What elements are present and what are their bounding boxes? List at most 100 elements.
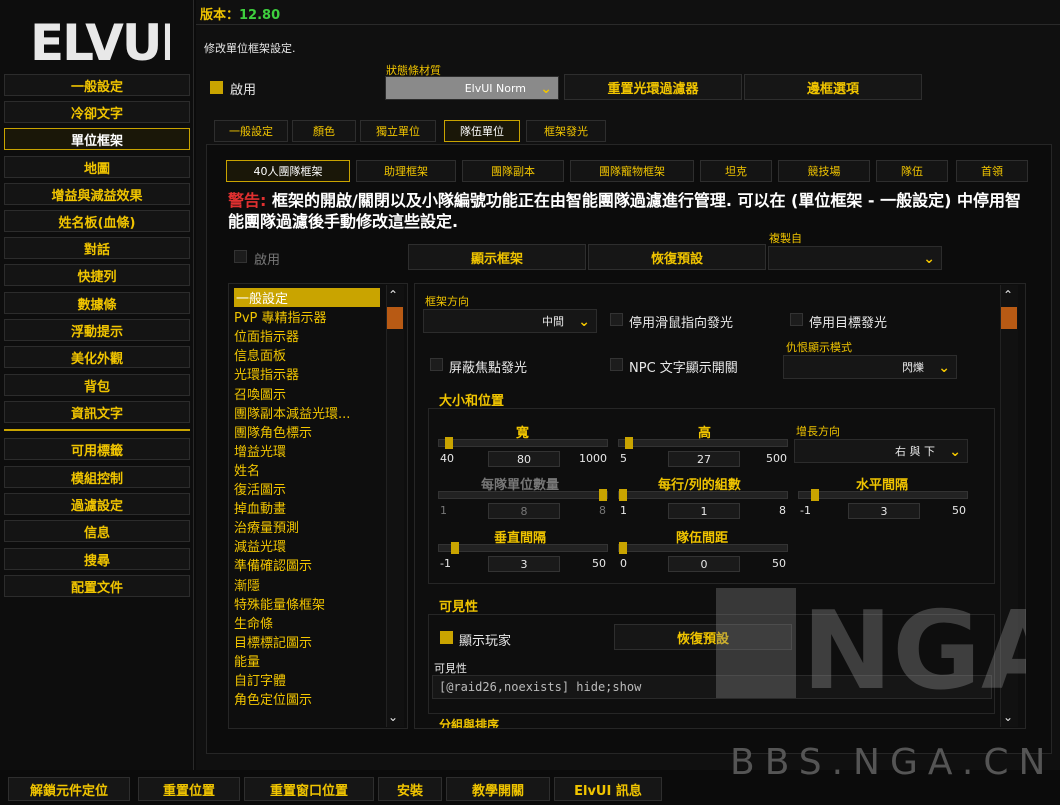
nav-item[interactable]: 減益光環 [234, 536, 286, 555]
nav-item[interactable]: PvP 專精指示器 [234, 307, 327, 326]
subtab[interactable]: 40人團隊框架 [226, 160, 350, 182]
sidebar-item[interactable]: 信息 [4, 520, 190, 542]
sidebar-item[interactable]: 背包 [4, 374, 190, 396]
tab[interactable]: 框架發光 [526, 120, 606, 142]
disable-target-glow-checkbox[interactable] [790, 313, 803, 326]
scroll-up-icon[interactable]: ⌃ [388, 288, 398, 302]
show-player-checkbox[interactable] [440, 631, 453, 644]
groups-per-row-slider[interactable] [618, 489, 788, 501]
hs-value[interactable]: 3 [848, 503, 920, 519]
horizontal-spacing-slider[interactable] [798, 489, 968, 501]
bottom-button[interactable]: 教學開關 [446, 777, 550, 801]
enable-checkbox[interactable] [210, 81, 223, 94]
nav-item[interactable]: 復活圖示 [234, 479, 286, 498]
frame-direction-dropdown[interactable]: 中間 ⌄ [423, 309, 597, 333]
npc-text-toggle-checkbox[interactable] [610, 358, 623, 371]
subtab[interactable]: 競技場 [778, 160, 870, 182]
nav-item[interactable]: 準備確認圖示 [234, 555, 312, 574]
growth-direction-dropdown[interactable]: 右 與 下 ⌄ [794, 439, 968, 463]
sidebar-item[interactable]: 一般設定 [4, 74, 190, 96]
sidebar-item[interactable]: 過濾設定 [4, 493, 190, 515]
height-value[interactable]: 27 [668, 451, 740, 467]
width-value[interactable]: 80 [488, 451, 560, 467]
height-slider[interactable] [618, 437, 788, 449]
threat-mode-dropdown[interactable]: 閃爍 ⌄ [783, 355, 957, 379]
subtab[interactable]: 坦克 [700, 160, 772, 182]
nav-item[interactable]: 掉血動畫 [234, 498, 286, 517]
subtab[interactable]: 團隊副本 [462, 160, 564, 182]
vs-value[interactable]: 3 [488, 556, 560, 572]
bottom-button[interactable]: 安裝 [378, 777, 442, 801]
tab[interactable]: 一般設定 [214, 120, 288, 142]
nav-item[interactable]: 自訂字體 [234, 670, 286, 689]
sidebar-divider [4, 429, 190, 431]
sidebar-item[interactable]: 模組控制 [4, 466, 190, 488]
nav-item[interactable]: 特殊能量條框架 [234, 594, 325, 613]
disable-target-glow-label: 停用目標發光 [809, 316, 888, 331]
bottom-button[interactable]: 重置窗口位置 [244, 777, 374, 801]
sidebar-item[interactable]: 冷卻文字 [4, 101, 190, 123]
nav-scroll-thumb[interactable] [387, 307, 403, 329]
disable-mouseover-glow-checkbox[interactable] [610, 313, 623, 326]
vertical-spacing-slider[interactable] [438, 542, 608, 554]
sidebar-item[interactable]: 增益與減益效果 [4, 183, 190, 205]
nav-item[interactable]: 位面指示器 [234, 326, 299, 345]
units-per-group-slider[interactable] [438, 489, 608, 501]
gpr-value[interactable]: 1 [668, 503, 740, 519]
nav-item[interactable]: 治療量預測 [234, 517, 299, 536]
subtab[interactable]: 首領 [956, 160, 1028, 182]
nav-item[interactable]: 光環指示器 [234, 364, 299, 383]
disable-mouseover-glow-label: 停用滑鼠指向發光 [629, 316, 734, 331]
border-options-button[interactable]: 邊框選項 [744, 74, 922, 100]
sidebar-item[interactable]: 配置文件 [4, 575, 190, 597]
tab[interactable]: 隊伍單位 [444, 120, 520, 142]
width-slider[interactable] [438, 437, 608, 449]
sidebar-item[interactable]: 單位框架 [4, 128, 190, 150]
reset-aura-filter-button[interactable]: 重置光環過濾器 [564, 74, 742, 100]
bottom-button[interactable]: ElvUI 訊息 [554, 777, 662, 801]
nav-item[interactable]: 一般設定 [234, 288, 380, 307]
sidebar-item[interactable]: 姓名板(血條) [4, 210, 190, 232]
statusbar-texture-dropdown[interactable]: ElvUI Norm ⌄ [385, 76, 559, 100]
nav-item[interactable]: 目標標記圖示 [234, 632, 312, 651]
scroll-up-icon[interactable]: ⌃ [1003, 288, 1013, 302]
sidebar-item[interactable]: 可用標籤 [4, 438, 190, 460]
subtab[interactable]: 團隊寵物框架 [570, 160, 694, 182]
sidebar-item[interactable]: 地圖 [4, 156, 190, 178]
nav-item[interactable]: 團隊副本減益光環... [234, 403, 350, 422]
sidebar-item[interactable]: 對話 [4, 237, 190, 259]
tab[interactable]: 獨立單位 [360, 120, 436, 142]
group-spacing-slider[interactable] [618, 542, 788, 554]
hide-focus-glow-checkbox[interactable] [430, 358, 443, 371]
sidebar-item[interactable]: 資訊文字 [4, 401, 190, 423]
sidebar-item[interactable]: 數據條 [4, 292, 190, 314]
scroll-down-icon[interactable]: ⌄ [388, 710, 398, 724]
sidebar-item[interactable]: 快捷列 [4, 264, 190, 286]
nav-item[interactable]: 角色定位圖示 [234, 689, 312, 708]
nav-item[interactable]: 漸隱 [234, 575, 260, 594]
nav-item[interactable]: 姓名 [234, 460, 260, 479]
bottom-button[interactable]: 解鎖元件定位 [8, 777, 130, 801]
enable2-checkbox[interactable] [234, 250, 247, 263]
sidebar-item[interactable]: 浮動提示 [4, 319, 190, 341]
sidebar-item[interactable]: 搜尋 [4, 548, 190, 570]
bottom-button[interactable]: 重置位置 [138, 777, 240, 801]
subtab[interactable]: 助理框架 [356, 160, 456, 182]
nav-item[interactable]: 生命條 [234, 613, 273, 632]
nav-item[interactable]: 增益光環 [234, 441, 286, 460]
nav-item[interactable]: 團隊角色標示 [234, 422, 312, 441]
restore-defaults-button[interactable]: 恢復預設 [588, 244, 766, 270]
scroll-down-icon[interactable]: ⌄ [1003, 710, 1013, 724]
nav-item[interactable]: 召喚圖示 [234, 384, 286, 403]
nav-scrollbar[interactable] [386, 285, 404, 727]
gs-value[interactable]: 0 [668, 556, 740, 572]
nav-item[interactable]: 能量 [234, 651, 260, 670]
upg-value[interactable]: 8 [488, 503, 560, 519]
show-frames-button[interactable]: 顯示框架 [408, 244, 586, 270]
sidebar-item[interactable]: 美化外觀 [4, 346, 190, 368]
nav-item[interactable]: 信息面板 [234, 345, 286, 364]
subtab[interactable]: 隊伍 [876, 160, 948, 182]
copy-from-dropdown[interactable]: ⌄ [768, 246, 942, 270]
settings-scroll-thumb[interactable] [1001, 307, 1017, 329]
tab[interactable]: 顏色 [292, 120, 356, 142]
